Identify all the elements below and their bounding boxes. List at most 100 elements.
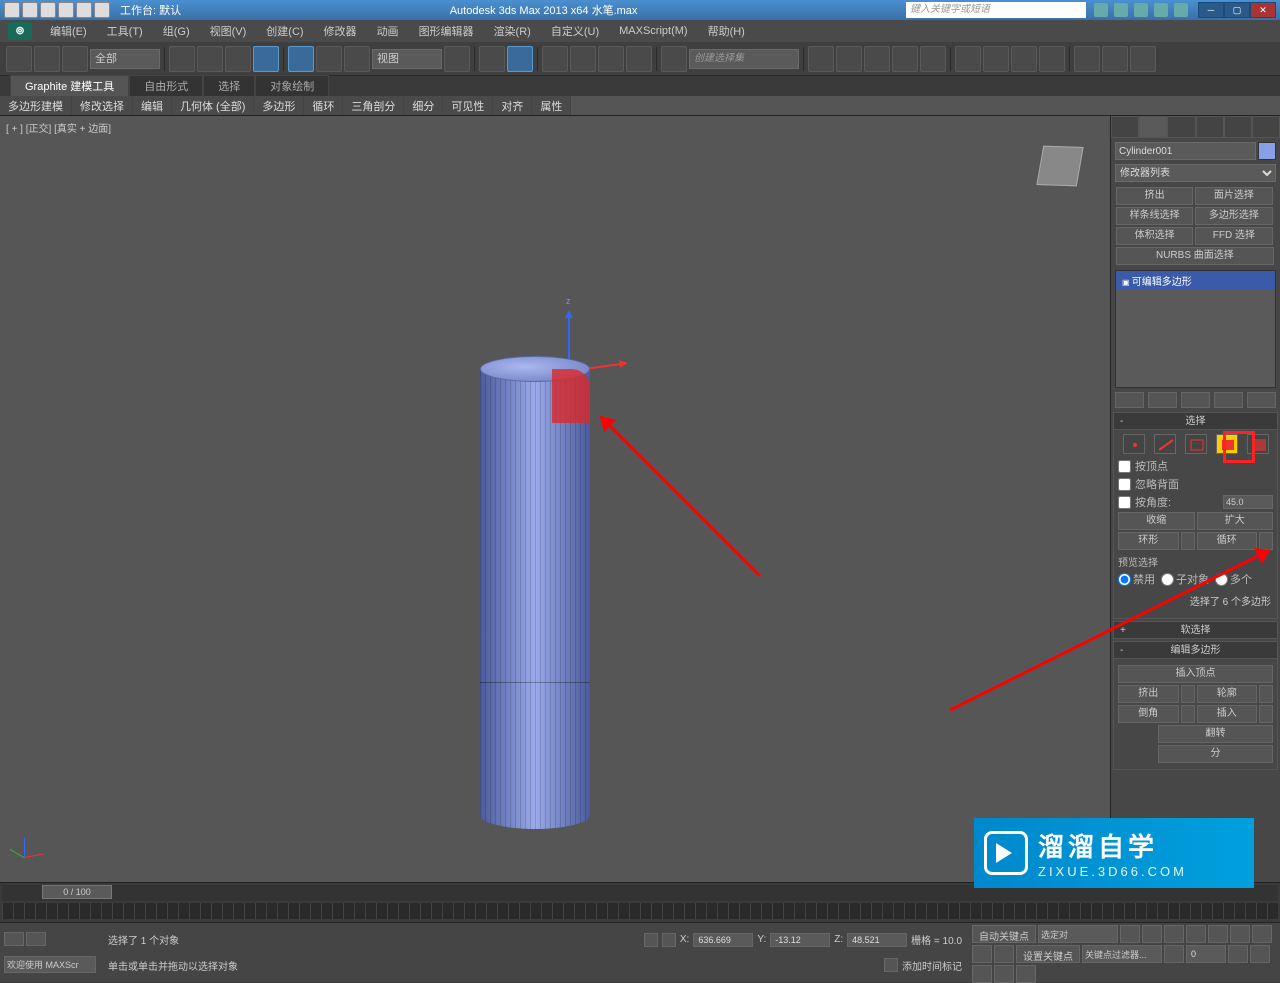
absolute-mode-icon[interactable] xyxy=(662,933,676,947)
new-icon[interactable] xyxy=(4,2,20,18)
subobj-polygon-icon[interactable] xyxy=(1216,434,1238,454)
render-setup-icon[interactable] xyxy=(983,46,1009,72)
goto-end-icon[interactable] xyxy=(1208,925,1228,943)
prev-frame-icon[interactable] xyxy=(1142,925,1162,943)
preview-off-radio[interactable] xyxy=(1118,573,1131,586)
ring-spinner[interactable] xyxy=(1181,532,1195,550)
teapot3-icon[interactable] xyxy=(1130,46,1156,72)
maximize-button[interactable]: ▢ xyxy=(1224,2,1250,18)
undo-icon[interactable] xyxy=(58,2,74,18)
menu-edit[interactable]: 编辑(E) xyxy=(40,23,97,39)
menu-tools[interactable]: 工具(T) xyxy=(97,23,153,39)
menu-maxscript[interactable]: MAXScript(M) xyxy=(609,25,697,37)
modify-tab-icon[interactable] xyxy=(1139,116,1167,138)
preview-multi-radio[interactable] xyxy=(1215,573,1228,586)
set-key-button[interactable]: 设置关键点 xyxy=(1016,945,1080,963)
menu-animation[interactable]: 动画 xyxy=(367,23,409,39)
grow-button[interactable]: 扩大 xyxy=(1197,512,1274,530)
keyboard-shortcut-icon[interactable] xyxy=(507,46,533,72)
motion-tab-icon[interactable] xyxy=(1196,116,1224,138)
align-icon[interactable] xyxy=(836,46,862,72)
next-frame-icon[interactable] xyxy=(1186,925,1206,943)
percent-snap-icon[interactable] xyxy=(598,46,624,72)
ribbon-panel[interactable]: 对齐 xyxy=(493,96,532,115)
add-time-tag[interactable]: 添加时间标记 xyxy=(902,958,962,973)
utilities-tab-icon[interactable] xyxy=(1252,116,1280,138)
create-tab-icon[interactable] xyxy=(1111,116,1139,138)
menu-help[interactable]: 帮助(H) xyxy=(698,23,755,39)
select-object-icon[interactable] xyxy=(169,46,195,72)
menu-customize[interactable]: 自定义(U) xyxy=(541,23,609,39)
remove-modifier-icon[interactable] xyxy=(1214,392,1243,408)
object-name-input[interactable] xyxy=(1115,142,1256,160)
ribbon-panel[interactable]: 细分 xyxy=(404,96,443,115)
subobj-edge-icon[interactable] xyxy=(1154,434,1176,454)
configure-sets-icon[interactable] xyxy=(1247,392,1276,408)
rollout-softselection-header[interactable]: 软选择 xyxy=(1113,621,1278,639)
subobj-element-icon[interactable] xyxy=(1247,434,1269,454)
schematic-view-icon[interactable] xyxy=(920,46,946,72)
walk-icon[interactable] xyxy=(1016,965,1036,983)
save-icon[interactable] xyxy=(40,2,56,18)
ribbon-panel[interactable]: 多边形建模 xyxy=(0,96,72,115)
angle-spinner[interactable] xyxy=(1223,495,1273,509)
zoom-icon[interactable] xyxy=(1230,925,1250,943)
ribbon-panel[interactable]: 三角剖分 xyxy=(343,96,404,115)
help-search-input[interactable]: 键入关键字或短语 xyxy=(906,2,1086,18)
orbit-icon[interactable] xyxy=(972,965,992,983)
auto-key-button[interactable]: 自动关键点 xyxy=(972,925,1036,943)
menu-grapheditors[interactable]: 图形编辑器 xyxy=(409,23,484,39)
teapot2-icon[interactable] xyxy=(1102,46,1128,72)
key-mode-icon[interactable] xyxy=(1164,945,1184,963)
zoom-all-icon[interactable] xyxy=(1252,925,1272,943)
time-slider-handle[interactable]: 0 / 100 xyxy=(42,885,112,899)
modifier-btn-ffdsel[interactable]: FFD 选择 xyxy=(1195,227,1272,245)
redo-icon[interactable] xyxy=(76,2,92,18)
ribbon-panel[interactable]: 几何体 (全部) xyxy=(172,96,254,115)
flip-button[interactable]: 翻转 xyxy=(1158,725,1273,743)
select-by-name-icon[interactable] xyxy=(197,46,223,72)
select-region-icon[interactable] xyxy=(225,46,251,72)
ribbon-tab-selection[interactable]: 选择 xyxy=(203,75,255,96)
rendered-frame-icon[interactable] xyxy=(1011,46,1037,72)
play-icon[interactable] xyxy=(1164,925,1184,943)
search-icon[interactable] xyxy=(1094,3,1108,17)
pivot-center-icon[interactable] xyxy=(444,46,470,72)
extrude-button[interactable]: 挤出 xyxy=(1118,685,1179,703)
display-tab-icon[interactable] xyxy=(1224,116,1252,138)
time-config-icon[interactable] xyxy=(1228,945,1248,963)
from-edge-button[interactable]: 分 xyxy=(1158,745,1273,763)
spinner-snap-icon[interactable] xyxy=(626,46,652,72)
ribbon-panel[interactable]: 多边形 xyxy=(254,96,304,115)
help-icon[interactable] xyxy=(1174,3,1188,17)
angle-snap-icon[interactable] xyxy=(570,46,596,72)
time-tag-icon[interactable] xyxy=(884,958,898,972)
app-menu-button[interactable]: ⊚ xyxy=(8,22,32,40)
open-icon[interactable] xyxy=(22,2,38,18)
by-vertex-checkbox[interactable] xyxy=(1118,460,1131,473)
inset-settings-icon[interactable] xyxy=(1259,705,1273,723)
ribbon-panel[interactable]: 编辑 xyxy=(133,96,172,115)
subobj-vertex-icon[interactable] xyxy=(1123,434,1145,454)
fov-icon[interactable] xyxy=(994,945,1014,963)
ref-coord-dropdown[interactable]: 视图 xyxy=(372,49,442,69)
zoom-extents-icon[interactable] xyxy=(972,945,992,963)
subobj-border-icon[interactable] xyxy=(1185,434,1207,454)
modifier-stack[interactable]: 可编辑多边形 xyxy=(1115,270,1276,388)
loop-spinner[interactable] xyxy=(1259,532,1273,550)
bevel-settings-icon[interactable] xyxy=(1181,705,1195,723)
ribbon-tab-freeform[interactable]: 自由形式 xyxy=(129,75,203,96)
unlink-tool-icon[interactable] xyxy=(34,46,60,72)
goto-start-icon[interactable] xyxy=(1120,925,1140,943)
workspace-label[interactable]: 工作台: 默认 xyxy=(120,2,181,18)
edit-named-sel-icon[interactable] xyxy=(661,46,687,72)
menu-views[interactable]: 视图(V) xyxy=(200,23,257,39)
maxscript-listener[interactable]: 欢迎使用 MAXScr xyxy=(4,956,96,973)
outline-settings-icon[interactable] xyxy=(1259,685,1273,703)
current-frame-spinner[interactable] xyxy=(1186,945,1226,963)
show-end-result-icon[interactable] xyxy=(1148,392,1177,408)
viewport[interactable]: [ + ] [正交] [真实 + 边面] xyxy=(0,116,1110,882)
key-filters-button[interactable] xyxy=(1082,945,1162,963)
favorite-icon[interactable] xyxy=(1154,3,1168,17)
hierarchy-tab-icon[interactable] xyxy=(1167,116,1195,138)
